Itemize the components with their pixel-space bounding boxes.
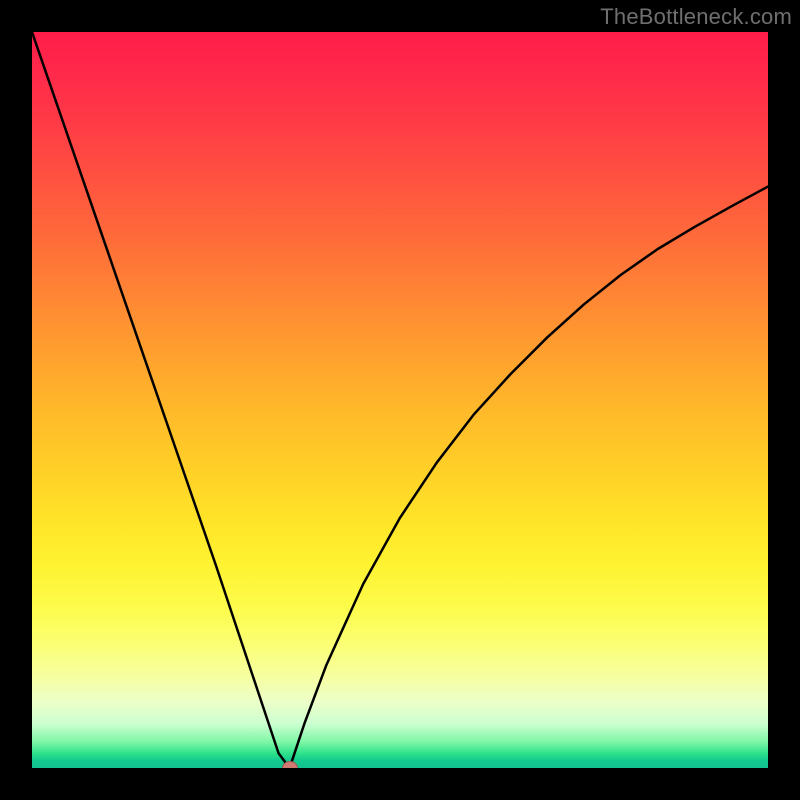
optimum-marker [282,761,298,768]
bottleneck-curve [32,32,768,768]
watermark-text: TheBottleneck.com [600,4,792,30]
chart-stage: TheBottleneck.com [0,0,800,800]
plot-area [32,32,768,768]
